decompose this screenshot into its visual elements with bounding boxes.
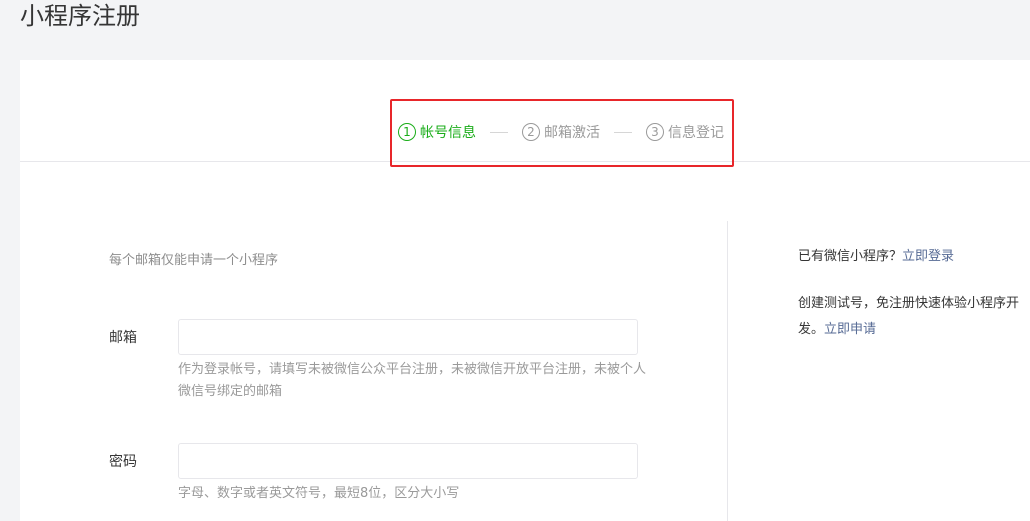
test-prompt-line1: 创建测试号，免注册快速体验小程序开	[798, 296, 1020, 311]
email-input[interactable]	[178, 319, 638, 355]
password-hint: 字母、数字或者英文符号，最短8位，区分大小写	[178, 486, 460, 501]
apply-link[interactable]: 立即申请	[824, 322, 876, 337]
login-prompt-text: 已有微信小程序？	[798, 249, 903, 264]
annotation-highlight-box	[390, 99, 734, 167]
registration-card: 1 帐号信息 2 邮箱激活 3 信息登记 每个邮箱仅能申请一个小程序 邮箱 作为…	[20, 60, 1030, 521]
test-account-prompt: 创建测试号，免注册快速体验小程序开 发。立即申请	[798, 291, 1019, 343]
test-prompt-line2-wrap: 发。立即申请	[798, 317, 1019, 343]
login-prompt: 已有微信小程序？立即登录	[798, 244, 954, 270]
page-title: 小程序注册	[20, 2, 140, 30]
steps-bar: 1 帐号信息 2 邮箱激活 3 信息登记	[20, 60, 1030, 167]
form-tip: 每个邮箱仅能申请一个小程序	[109, 253, 279, 268]
password-label: 密码	[109, 454, 137, 470]
login-link[interactable]: 立即登录	[902, 249, 954, 264]
email-label: 邮箱	[109, 330, 137, 346]
email-hint: 作为登录帐号，请填写未被微信公众平台注册，未被微信开放平台注册，未被个人微信号绑…	[178, 362, 647, 399]
test-prompt-line2: 发。	[798, 322, 825, 337]
password-input[interactable]	[178, 443, 638, 479]
vertical-divider	[727, 221, 728, 521]
